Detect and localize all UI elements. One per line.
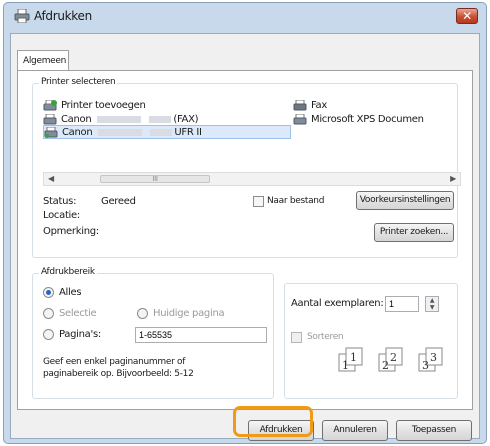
fax-icon [293, 99, 307, 110]
print-button-highlight [233, 406, 313, 437]
printer-item-canon-fax[interactable]: Canon (FAX) [43, 112, 199, 126]
collate-illustration: 1 1 2 2 3 3 [337, 344, 459, 372]
scroll-right-icon[interactable]: ▶ [450, 174, 456, 183]
collate-page-number: 1 [342, 359, 349, 372]
collate-page-number: 2 [390, 351, 397, 364]
title-bar[interactable]: Afdrukken ✕ [4, 3, 486, 29]
window-title: Afdrukken [34, 9, 92, 23]
print-dialog: Afdrukken ✕ Algemeen Printer selecteren [3, 2, 487, 444]
spin-up-icon[interactable]: ▲ [426, 297, 438, 304]
printer-item-suffix: (FAX) [173, 113, 199, 125]
tab-algemeen[interactable]: Algemeen [17, 50, 69, 71]
find-printer-button[interactable]: Printer zoeken... [374, 223, 454, 242]
range-current-page-radio[interactable] [137, 308, 148, 319]
printer-item-label: Canon [62, 126, 93, 138]
spin-down-icon[interactable]: ▼ [426, 304, 438, 311]
redacted-model [97, 115, 142, 123]
printer-item-label: Microsoft XPS Documen [311, 113, 424, 125]
printer-item-xps[interactable]: Microsoft XPS Documen [293, 112, 424, 126]
print-to-file-label: Naar bestand [267, 196, 325, 206]
printer-icon [44, 126, 58, 138]
collate-page-number: 3 [430, 351, 437, 364]
dialog-body: Algemeen Printer selecteren Printer toev… [10, 33, 480, 441]
range-hint-line1: Geef een enkel paginanummer of [43, 357, 186, 367]
range-selection-label: Selectie [59, 308, 97, 319]
printer-item-fax[interactable]: Fax [293, 98, 327, 112]
collate-page-number: 1 [350, 351, 357, 364]
printer-select-group: Printer selecteren Printer toevoegen Can… [32, 77, 461, 258]
printer-item-label: Printer toevoegen [61, 99, 146, 111]
collate-label: Sorteren [307, 332, 344, 342]
redacted-model [150, 128, 173, 136]
printer-icon [43, 113, 57, 124]
range-hint-line2: paginabereik op. Bijvoorbeeld: 5-12 [43, 369, 194, 379]
copies-stepper[interactable]: ▲ ▼ [425, 296, 439, 312]
collate-checkbox[interactable] [291, 332, 302, 343]
location-label: Locatie: [43, 210, 80, 221]
range-pages-radio[interactable] [43, 329, 54, 340]
printer-list-scrollbar[interactable]: ◀ III ▶ [43, 172, 461, 186]
printer-item-suffix: UFR II [174, 126, 202, 138]
range-selection-radio[interactable] [43, 308, 54, 319]
copies-group: Aantal exemplaren: ▲ ▼ Sorteren 1 1 [284, 283, 458, 399]
apply-button[interactable]: Toepassen [396, 420, 472, 441]
cancel-button[interactable]: Annuleren [322, 420, 388, 441]
collate-pages-icon: 1 1 2 2 3 3 [338, 347, 443, 372]
page-range-legend: Afdrukbereik [39, 267, 97, 277]
copies-label: Aantal exemplaren: [291, 298, 384, 309]
range-pages-label: Pagina's: [59, 329, 101, 340]
printer-item-add[interactable]: Printer toevoegen [43, 98, 146, 112]
close-button[interactable]: ✕ [456, 8, 478, 24]
add-printer-icon [43, 99, 57, 110]
scroll-thumb[interactable]: III [100, 175, 210, 183]
page-range-group: Afdrukbereik Alles Selectie Huidige pagi… [32, 267, 274, 399]
status-label: Status: [43, 196, 77, 207]
tab-panel-algemeen: Printer selecteren Printer toevoegen Can… [17, 70, 473, 410]
status-value: Gereed [101, 196, 136, 207]
printer-icon [293, 113, 307, 124]
range-all-radio[interactable] [43, 287, 54, 298]
close-icon: ✕ [462, 9, 472, 23]
redacted-model [98, 128, 143, 136]
page-range-input[interactable] [135, 327, 267, 343]
collate-page-number: 2 [382, 359, 389, 372]
printer-select-legend: Printer selecteren [39, 77, 118, 87]
collate-page-number: 3 [422, 359, 429, 372]
print-to-file-checkbox[interactable] [253, 196, 264, 207]
printer-item-label: Fax [311, 99, 327, 111]
printer-item-canon-ufr[interactable]: Canon UFR II [43, 125, 291, 139]
printer-item-label: Canon [61, 113, 92, 125]
range-all-label: Alles [59, 287, 82, 298]
comment-label: Opmerking: [43, 226, 99, 237]
range-current-page-label: Huidige pagina [153, 308, 225, 319]
copies-input[interactable] [385, 296, 419, 312]
scroll-left-icon[interactable]: ◀ [48, 174, 54, 183]
redacted-model [149, 115, 172, 123]
printer-list: Printer toevoegen Canon (FAX) Canon UFR … [43, 98, 463, 168]
printer-icon [14, 9, 30, 23]
preferences-button[interactable]: Voorkeursinstellingen [356, 191, 454, 210]
